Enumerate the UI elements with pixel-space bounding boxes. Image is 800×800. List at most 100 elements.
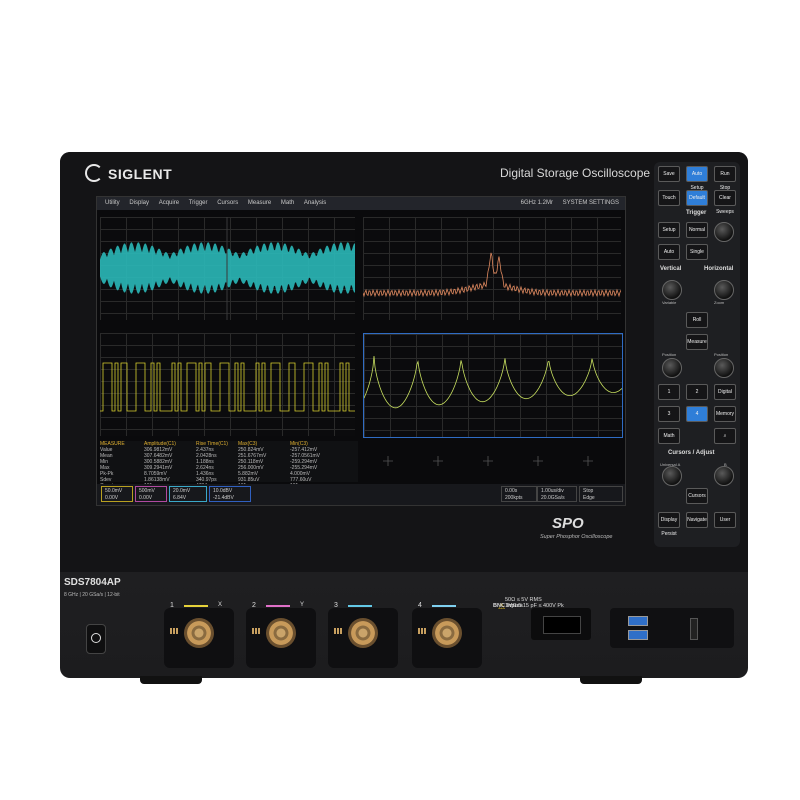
input-4-port [412,608,482,668]
timebase-delay: 0.00s [505,488,518,494]
c2-status[interactable]: 500mV 0.00V [135,486,167,502]
waveform-c2-panel[interactable] [100,333,358,436]
aux-connector [690,618,698,640]
menu-trigger[interactable]: Trigger [189,200,208,206]
variable-label: Variable [662,300,677,305]
system-settings[interactable]: 6GHz 1.2Mr SYSTEM SETTINGS [513,197,619,210]
spo-subtitle: Super Phosphor Oscilloscope [540,534,613,540]
menu-measure[interactable]: Measure [248,200,271,206]
bnc-connector-2[interactable] [266,618,296,648]
c1-scale: 50.0mV [105,488,123,494]
scope-bezel: SIGLENT Digital Storage Oscilloscope Uti… [60,152,748,572]
universal-label: Universal A [660,462,681,467]
memory-key[interactable]: Memory [714,406,736,422]
c3-offset: 6.84V [173,495,187,501]
vertical-position-knob[interactable] [662,358,682,378]
fft-trace [362,252,622,298]
fft-spectrum-panel[interactable] [362,217,622,320]
menu-acquire[interactable]: Acquire [159,200,179,206]
roll-button[interactable]: Roll [686,312,708,328]
menu-cursors[interactable]: Cursors [217,200,238,206]
vertical-section-title: Vertical [660,266,682,272]
usb-port-1[interactable] [628,616,648,626]
menu-bar: Utility Display Acquire Trigger Cursors … [97,197,625,210]
c2-scale: 500mV [139,488,155,494]
horizontal-section-title: Horizontal [704,266,734,272]
window-title: Digital Storage Oscilloscope [500,166,651,180]
c1-status[interactable]: 50.0mV 0.00V [101,486,133,502]
waveform-c3-panel[interactable] [363,333,623,438]
trigger-setup-button[interactable]: Setup [658,222,680,238]
channel-1-key[interactable]: 1 [658,384,680,400]
timebase-scale-box[interactable]: 1.00us/div 20.0GSa/s [537,486,577,502]
measure-button[interactable]: Measure [686,334,708,350]
menu-math[interactable]: Math [281,200,294,206]
trigger-box[interactable]: Stop Edge [579,486,623,502]
math-key[interactable]: Math [658,428,680,444]
channel-4-key[interactable]: 4 [686,406,708,422]
left-foot [140,676,202,684]
run-stop-button[interactable]: Run Stop [714,166,736,191]
hpos-label: Position [714,352,729,357]
power-icon [91,633,101,643]
menu-analysis[interactable]: Analysis [304,200,326,206]
c2-offset: 0.00V [139,495,153,501]
input-3-port [328,608,398,668]
input-3-color-bar [348,605,372,607]
power-button[interactable] [86,624,106,654]
cursors-section-title: Cursors / Adjust [668,450,715,456]
trigger-auto-button[interactable]: Auto [658,244,680,260]
system-settings-label: SYSTEM SETTINGS [562,200,619,206]
digital-key[interactable]: Digital [714,384,736,400]
spo-logo: SPO [552,515,584,532]
bnc-connector-3[interactable] [348,618,378,648]
front-panel: SDS7804AP 8 GHz | 20 GSa/s | 12-bit 1X2Y… [60,572,748,678]
trigger-normal-button[interactable]: Normal [686,222,708,238]
status-bar: 50.0mV 0.00V 500mV 0.00V 20.0mV 6.84V 10.0d… [97,484,625,505]
b-label: B [724,462,727,467]
navigate-button[interactable]: Navigate [686,512,708,528]
display-screen: Utility Display Acquire Trigger Cursors … [96,196,626,506]
vertical-scale-knob[interactable] [662,280,682,300]
menu-display[interactable]: Display [129,200,149,206]
menu-utility[interactable]: Utility [105,200,120,206]
horizontal-scale-knob[interactable] [714,280,734,300]
trigger-level-knob[interactable] [714,222,734,242]
touch-button[interactable]: Touch [658,190,680,206]
cursors-button[interactable]: Cursors [686,488,708,504]
input-2-port [246,608,316,668]
default-button[interactable]: Default [686,190,708,206]
siglent-logo-icon [85,164,103,182]
f1-status[interactable]: 10.0dBV -21.4dBV [209,486,251,502]
auto-setup-button[interactable]: Auto Setup [686,166,708,191]
b-knob[interactable] [714,466,734,486]
bnc-connector-4[interactable] [432,618,462,648]
trigger-single-button[interactable]: Single [686,244,708,260]
universal-knob[interactable] [662,466,682,486]
clear-sweeps-button[interactable]: Clear Sweeps [714,190,736,215]
save-button[interactable]: Save [658,166,680,182]
trigger-type: Edge [583,495,595,501]
search-icon[interactable]: ⌕ [714,428,736,444]
channel-2-key[interactable]: 2 [686,384,708,400]
measure-table[interactable]: MEASURE Amplitude(C1) Rise Time(C1) Max(C3)… [100,441,358,489]
user-button[interactable]: User [714,512,736,528]
model-spec: 8 GHz | 20 GSa/s | 12-bit [64,592,120,598]
acq-info: 6GHz 1.2Mr [520,200,553,206]
probe-bay [531,608,591,640]
zoom-label: Zoom [714,300,725,305]
c3-status[interactable]: 20.0mV 6.84V [169,486,207,502]
timebase-box[interactable]: 0.00s 200kpts [501,486,537,502]
vpos-label: Position [662,352,677,357]
horizontal-position-knob[interactable] [714,358,734,378]
empty-grid-area [363,441,621,482]
waveform-c1-panel[interactable] [100,217,355,320]
input-2-color-bar [266,605,290,607]
brand-logo: SIGLENT [85,164,172,182]
bnc-connector-1[interactable] [184,618,214,648]
control-panel: Save Auto Setup Run Stop Touch Default Clear … [654,162,740,547]
display-persist-button[interactable]: Display Persist [658,512,680,537]
usb-port-2[interactable] [628,630,648,640]
probe-pins [170,628,178,634]
channel-3-key[interactable]: 3 [658,406,680,422]
